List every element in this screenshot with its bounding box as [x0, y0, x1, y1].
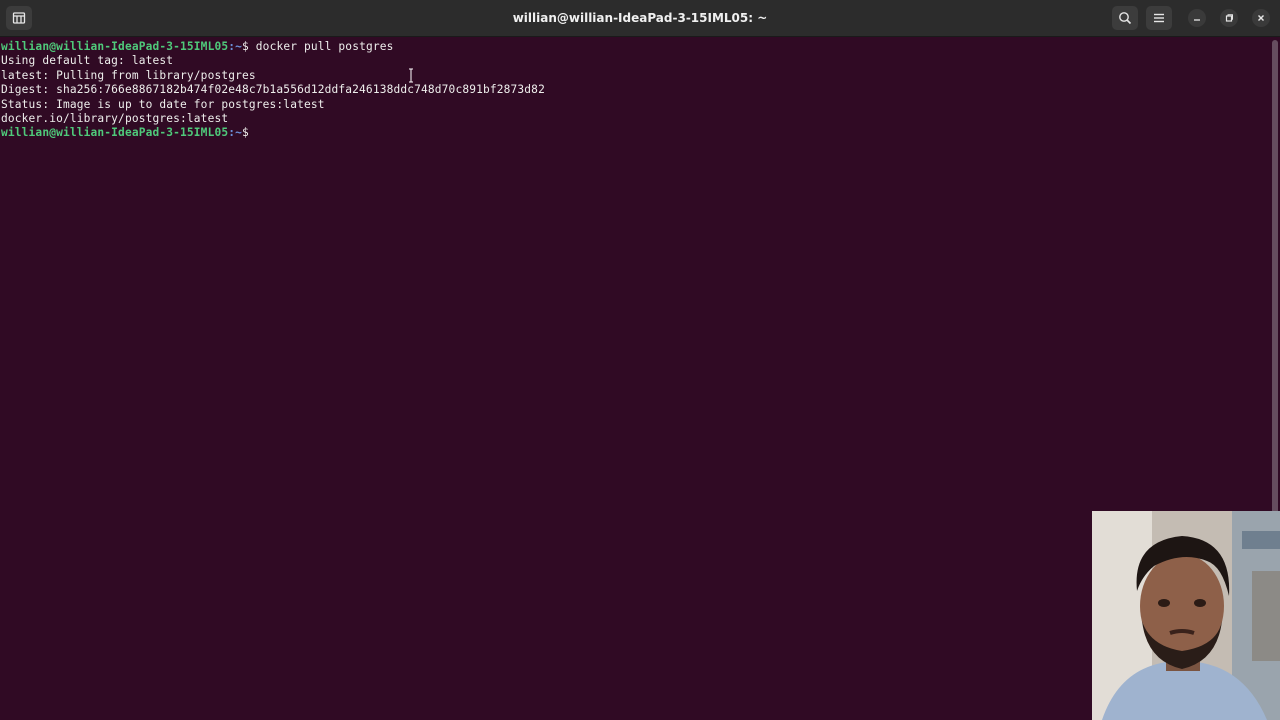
prompt-symbol: $ [242, 126, 256, 140]
output-line: latest: Pulling from library/postgres [1, 68, 256, 82]
command-line: willian@willian-IdeaPad-3-15IML05:~$ doc… [0, 40, 1268, 54]
presenter-video [1092, 511, 1280, 720]
search-icon [1119, 12, 1132, 25]
close-icon [1258, 15, 1264, 21]
maximize-button[interactable] [1220, 9, 1238, 27]
new-tab-icon [12, 12, 26, 24]
window-title: willian@willian-IdeaPad-3-15IML05: ~ [512, 11, 768, 25]
maximize-icon [1225, 14, 1233, 22]
output-line: docker.io/library/postgres:latest [1, 111, 229, 125]
close-button[interactable] [1252, 9, 1270, 27]
title-bar: willian@willian-IdeaPad-3-15IML05: ~ [0, 0, 1280, 37]
new-tab-button[interactable] [6, 6, 32, 30]
menu-button[interactable] [1146, 6, 1172, 30]
prompt-path: :~ [228, 40, 243, 53]
webcam-overlay [1092, 511, 1280, 720]
command-text: docker pull postgres [255, 40, 394, 53]
terminal-output[interactable]: willian@willian-IdeaPad-3-15IML05:~$ doc… [0, 37, 1268, 720]
active-prompt-line[interactable]: willian@willian-IdeaPad-3-15IML05:~$ [0, 126, 1268, 140]
output-line: Digest: sha256:766e8867182b474f02e48c7b1… [1, 83, 545, 97]
output-line: Status: Image is up to date for postgres… [1, 97, 325, 111]
minimize-button[interactable] [1188, 9, 1206, 27]
output-line: Using default tag: latest [1, 54, 174, 68]
prompt-path: :~ [228, 126, 243, 140]
prompt-user: willian@willian-IdeaPad-3-15IML05 [1, 126, 229, 140]
prompt-user: willian@willian-IdeaPad-3-15IML05 [1, 40, 229, 53]
hamburger-menu-icon [1154, 13, 1164, 23]
prompt-symbol: $ [242, 40, 256, 53]
search-button[interactable] [1112, 6, 1138, 30]
text-cursor-icon [409, 68, 413, 83]
minimize-icon [1194, 19, 1200, 21]
